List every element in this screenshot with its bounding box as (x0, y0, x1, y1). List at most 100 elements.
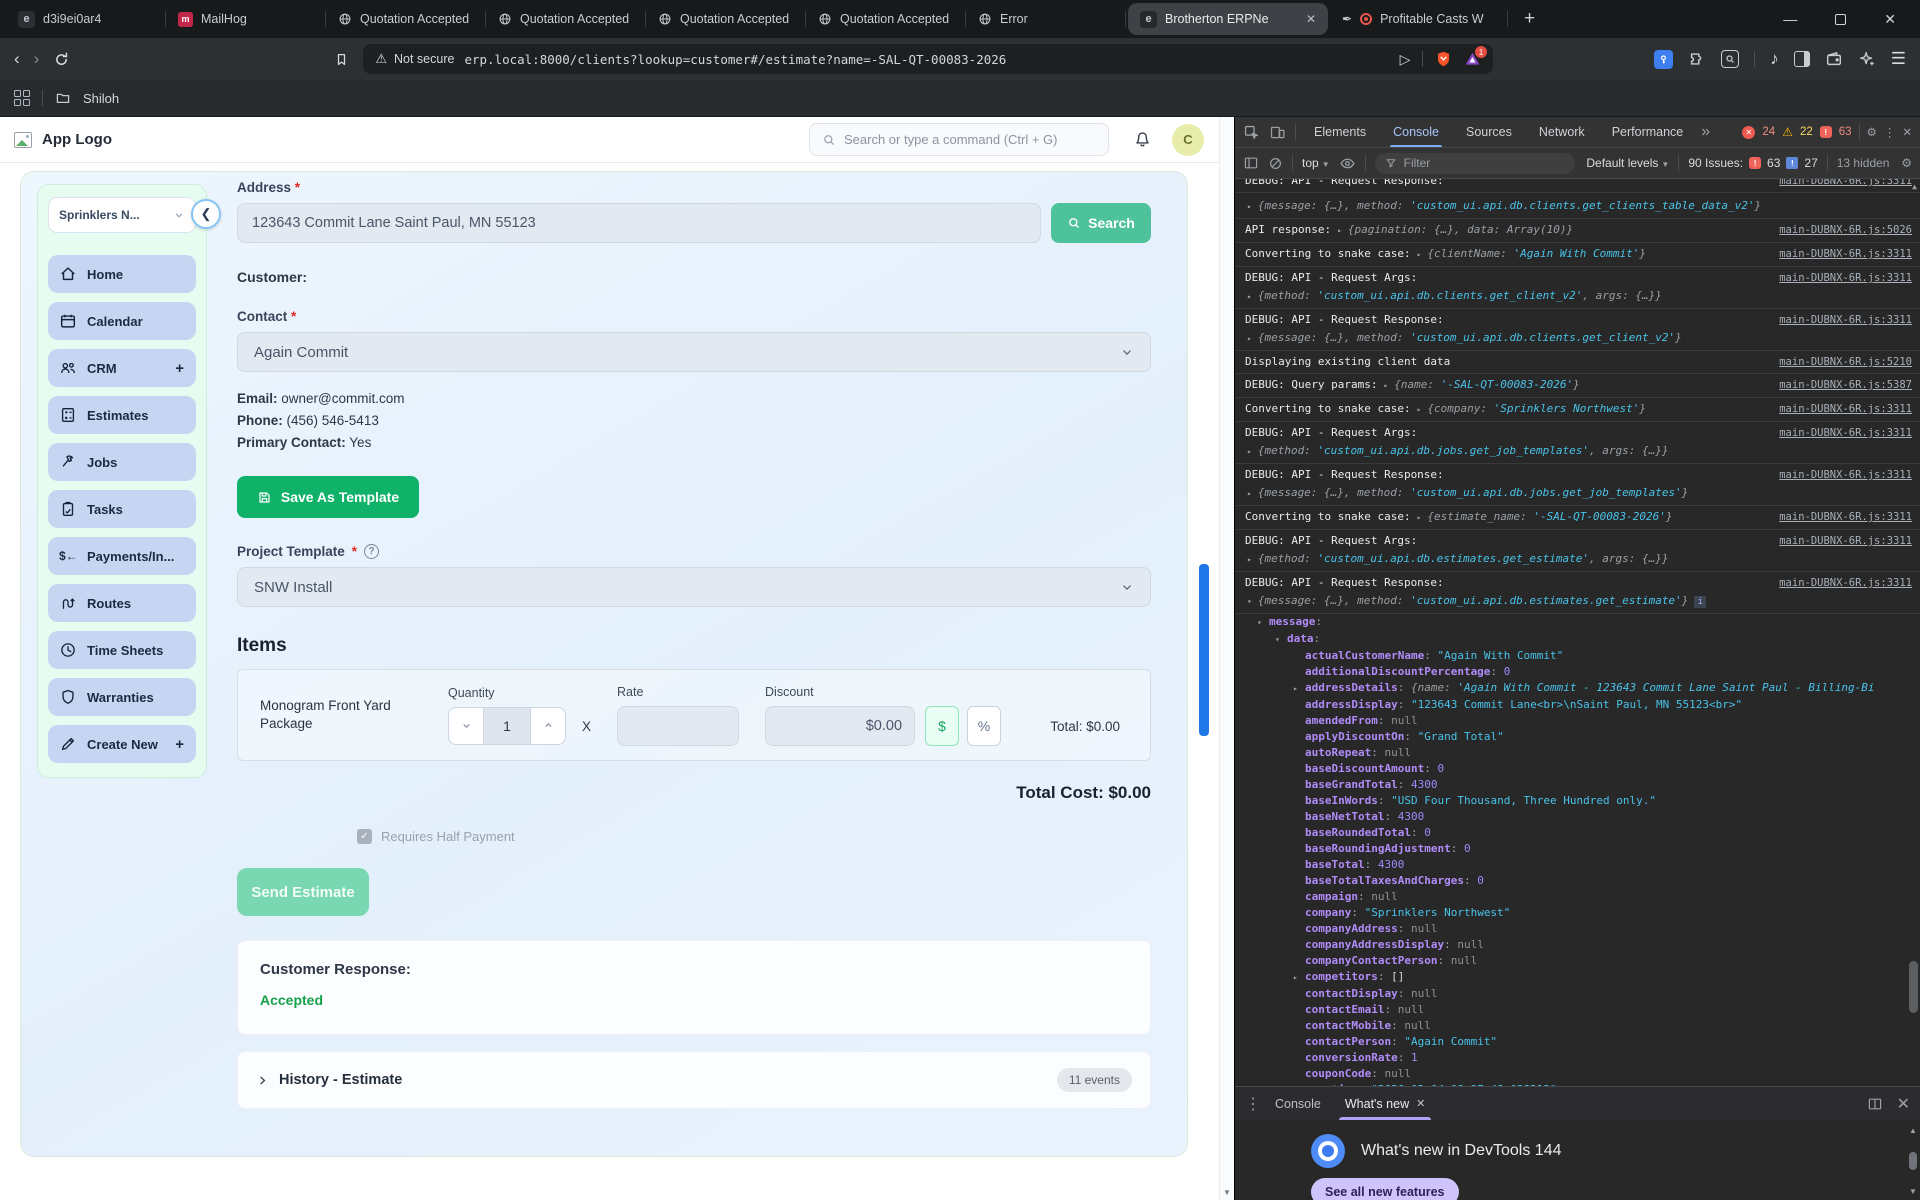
object-tree-row[interactable]: addressDisplay"123643 Commit Lane<br>\nS… (1235, 697, 1920, 713)
source-link[interactable]: main-DUBNX-6R.js:5210 (1779, 354, 1912, 370)
drawer-kebab-icon[interactable]: ⋮ (1245, 1094, 1261, 1114)
console-scrollbar-thumb[interactable] (1909, 961, 1918, 1013)
sidebar-item-crm[interactable]: CRM + (48, 349, 196, 387)
forward-button[interactable]: › (34, 49, 40, 69)
quantity-decrement-button[interactable] (448, 706, 484, 745)
source-link[interactable]: main-DUBNX-6R.js:3311 (1779, 179, 1912, 189)
source-link[interactable]: main-DUBNX-6R.js:3311 (1779, 246, 1912, 262)
discount-input[interactable]: $0.00 (765, 705, 916, 746)
source-link[interactable]: main-DUBNX-6R.js:3311 (1779, 575, 1912, 591)
object-tree-row[interactable]: amendedFromnull (1235, 713, 1920, 729)
expand-arrow-icon[interactable]: ▾ (1247, 594, 1252, 610)
quantity-increment-button[interactable] (530, 706, 566, 745)
address-bar[interactable]: ⚠ Not secure erp.local:8000/clients?looku… (363, 44, 1494, 74)
browser-tab[interactable]: m MailHog (166, 3, 326, 35)
history-section[interactable]: History - Estimate 11 events (237, 1051, 1151, 1109)
devtools-tab-console[interactable]: Console (1384, 117, 1448, 147)
close-drawer-tab-icon[interactable]: ✕ (1416, 1097, 1425, 1110)
console-sidebar-toggle-icon[interactable] (1243, 155, 1259, 171)
console-entry[interactable]: DEBUG: API - Request Response: main-DUBN… (1235, 572, 1920, 614)
expand-arrow-icon[interactable]: ▸ (1417, 247, 1422, 263)
sidebar-item-calendar[interactable]: Calendar (48, 302, 196, 340)
expand-arrow-icon[interactable]: ▸ (1383, 378, 1388, 394)
browser-tab[interactable]: e d3i9ei0ar4 (6, 3, 166, 35)
menu-hamburger-icon[interactable]: ☰ (1891, 49, 1906, 69)
object-tree-row[interactable]: companyAddressnull (1235, 921, 1920, 937)
console-entry[interactable]: DEBUG: Query params: ▸ {name: '-SAL-QT-00… (1235, 374, 1920, 398)
issues-summary[interactable]: 90 Issues: ! 63 ! 27 (1688, 156, 1817, 170)
object-tree-row[interactable]: baseGrandTotal4300 (1235, 777, 1920, 793)
object-tree-row[interactable]: contactEmailnull (1235, 1002, 1920, 1018)
object-tree-row[interactable]: couponCodenull (1235, 1066, 1920, 1082)
console-entry[interactable]: DEBUG: API - Request Args: main-DUBNX-6R… (1235, 267, 1920, 309)
browser-tab[interactable]: Quotation Accepted (646, 3, 806, 35)
info-icon[interactable]: i (1694, 595, 1707, 608)
object-tree-row[interactable]: ▾ message (1235, 614, 1920, 631)
devtools-tab-performance[interactable]: Performance (1603, 117, 1693, 147)
expand-arrow-icon[interactable]: ▸ (1247, 552, 1252, 568)
object-tree-row[interactable]: baseDiscountAmount0 (1235, 761, 1920, 777)
notifications-bell-icon[interactable] (1133, 130, 1152, 149)
source-link[interactable]: main-DUBNX-6R.js:3311 (1779, 270, 1912, 286)
sidebar-item-warranties[interactable]: Warranties (48, 678, 196, 716)
source-link[interactable]: main-DUBNX-6R.js:3311 (1779, 425, 1912, 441)
inspect-element-icon[interactable] (1243, 124, 1260, 141)
warning-count[interactable]: 22 (1800, 126, 1813, 138)
ai-sparkle-icon[interactable] (1858, 50, 1876, 68)
reload-button[interactable] (53, 51, 70, 68)
object-tree-row[interactable]: baseNetTotal4300 (1235, 809, 1920, 825)
object-tree-row[interactable]: creation"2026-02-04 08:37:48.038213" (1235, 1082, 1920, 1086)
object-tree-row[interactable]: baseTotal4300 (1235, 857, 1920, 873)
object-tree-row[interactable]: applyDiscountOn"Grand Total" (1235, 729, 1920, 745)
maximize-button[interactable] (1835, 13, 1847, 25)
user-avatar[interactable]: C (1172, 123, 1204, 156)
drawer-scrollbar[interactable]: ▲ ▼ (1908, 1126, 1918, 1196)
url-text[interactable]: erp.local:8000/clients?lookup=customer#/… (464, 52, 1006, 67)
workspace-label[interactable]: Shiloh (83, 91, 119, 106)
source-link[interactable]: main-DUBNX-6R.js:3311 (1779, 467, 1912, 483)
rate-input[interactable] (617, 705, 740, 746)
devtools-tab-sources[interactable]: Sources (1457, 117, 1521, 147)
tree-expander-icon[interactable]: ▾ (1257, 615, 1269, 631)
media-control-icon[interactable]: ♪ (1770, 49, 1779, 69)
console-entry[interactable]: DEBUG: API - Request Response: main-DUBN… (1235, 179, 1920, 193)
object-tree-row[interactable]: ▸competitors[] (1235, 969, 1920, 986)
kebab-menu-icon[interactable]: ⋮ (1884, 125, 1896, 139)
crm-add-button[interactable]: + (175, 360, 186, 377)
browser-tab[interactable]: Quotation Accepted (486, 3, 646, 35)
expand-arrow-icon[interactable]: ▸ (1247, 331, 1252, 347)
console-entry[interactable]: Converting to snake case: ▸ {estimate_nam… (1235, 506, 1920, 530)
object-tree-row[interactable]: contactMobilenull (1235, 1018, 1920, 1034)
expand-arrow-icon[interactable]: ▸ (1247, 289, 1252, 305)
sidebar-item-routes[interactable]: Routes (48, 584, 196, 622)
tree-expander-icon[interactable]: ▸ (1293, 970, 1305, 986)
object-tree-row[interactable]: autoRepeatnull (1235, 745, 1920, 761)
drawer-split-icon[interactable] (1867, 1096, 1883, 1112)
command-search-input[interactable]: Search or type a command (Ctrl + G) (809, 123, 1109, 156)
sidebar-panel-icon[interactable] (1793, 51, 1810, 67)
console-entry[interactable]: DEBUG: API - Request Response: main-DUBN… (1235, 309, 1920, 351)
close-window-button[interactable]: ✕ (1884, 11, 1896, 28)
bookmark-icon[interactable] (334, 51, 349, 68)
object-tree-row[interactable]: companyAddressDisplaynull (1235, 937, 1920, 953)
close-devtools-icon[interactable]: ✕ (1902, 125, 1912, 139)
devtools-tab-elements[interactable]: Elements (1305, 117, 1375, 147)
console-entry[interactable]: API response: ▸ {pagination: {…}, data: A… (1235, 219, 1920, 243)
help-icon[interactable]: ? (364, 544, 380, 559)
share-icon[interactable]: ▷ (1400, 51, 1411, 68)
console-filter-input[interactable]: Filter (1374, 152, 1575, 174)
devtools-tab-network[interactable]: Network (1530, 117, 1594, 147)
console-log-area[interactable]: DEBUG: API - Request Response: main-DUBN… (1235, 179, 1920, 1086)
console-scroll-up-arrow[interactable]: ▲ (1912, 182, 1917, 191)
object-tree-row[interactable]: baseRoundingAdjustment0 (1235, 841, 1920, 857)
more-tabs-icon[interactable]: » (1701, 123, 1710, 141)
close-tab-icon[interactable]: ✕ (1304, 12, 1318, 26)
sidebar-item-home[interactable]: Home (48, 255, 196, 293)
sidebar-collapse-button[interactable]: ❮ (191, 199, 221, 229)
drawer-tab-whats-new[interactable]: What's new ✕ (1335, 1087, 1435, 1120)
console-entry[interactable]: Converting to snake case: ▸ {company: 'Sp… (1235, 398, 1920, 422)
console-settings-icon[interactable]: ⚙ (1901, 156, 1912, 170)
sidebar-item-tasks[interactable]: Tasks (48, 490, 196, 528)
object-tree-row[interactable]: additionalDiscountPercentage0 (1235, 664, 1920, 680)
wallet-icon[interactable] (1825, 50, 1843, 68)
